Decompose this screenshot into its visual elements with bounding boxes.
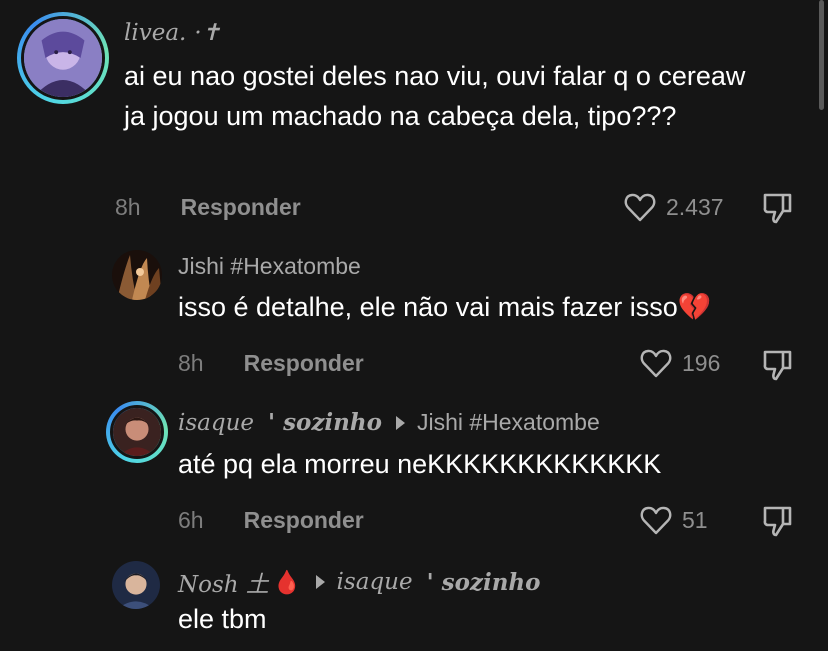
comment-4-username[interactable]: Nosh 土 🩸 isaque ' sozinho bbox=[178, 565, 541, 599]
comment-2-like-count: 196 bbox=[682, 349, 721, 376]
comment-1-like-button[interactable]: 2.437 bbox=[624, 192, 724, 222]
username-text: Nosh 土 bbox=[178, 572, 269, 598]
comment-2-username[interactable]: Jishi #Hexatombe bbox=[178, 253, 361, 280]
heart-icon bbox=[640, 349, 672, 378]
reply-to-user-b[interactable]: ' sozinho bbox=[427, 569, 541, 596]
comment-3-like-button[interactable]: 51 bbox=[640, 505, 708, 535]
comment-1-time: 8h bbox=[115, 194, 141, 220]
username-suffix: ·✝ bbox=[194, 20, 221, 46]
comment-1-meta: 8h Responder bbox=[115, 194, 301, 221]
comment-3-username[interactable]: isaque ' sozinho Jishi #Hexatombe bbox=[178, 409, 600, 436]
reply-arrow-icon bbox=[395, 415, 405, 430]
avatar-image bbox=[113, 408, 161, 456]
dislike-icon[interactable] bbox=[762, 191, 794, 225]
avatar-nosh[interactable] bbox=[112, 561, 160, 609]
avatar-isaque[interactable] bbox=[106, 401, 168, 463]
username-emoji: 🩸 bbox=[272, 568, 302, 595]
comment-1-username[interactable]: livea. ·✝ bbox=[124, 20, 221, 46]
username-text: livea. bbox=[124, 20, 187, 46]
comment-2-text: isso é detalhe, ele não vai mais fazer i… bbox=[178, 292, 712, 322]
comment-3-time: 6h bbox=[178, 507, 204, 533]
avatar-image bbox=[112, 250, 162, 300]
reply-arrow-icon bbox=[315, 575, 325, 589]
comment-2: Jishi #Hexatombe isso é detalhe, ele não… bbox=[0, 240, 828, 395]
comment-2-reply-button[interactable]: Responder bbox=[244, 350, 364, 377]
comment-2-meta: 8h Responder bbox=[178, 350, 364, 377]
dislike-icon[interactable] bbox=[762, 504, 794, 538]
avatar-image bbox=[112, 561, 160, 609]
username-text: Jishi #Hexatombe bbox=[178, 253, 361, 279]
avatar-jishi[interactable] bbox=[112, 250, 162, 300]
comment-3-reply-button[interactable]: Responder bbox=[244, 507, 364, 534]
comment-3-meta: 6h Responder bbox=[178, 507, 364, 534]
avatar-image bbox=[24, 19, 102, 97]
username-text-b: ' sozinho bbox=[268, 409, 382, 436]
username-text-a: isaque bbox=[178, 409, 255, 436]
comment-3: isaque ' sozinho Jishi #Hexatombe até pq… bbox=[0, 395, 828, 555]
comment-2-like-button[interactable]: 196 bbox=[640, 348, 720, 378]
comment-4: Nosh 土 🩸 isaque ' sozinho ele tbm bbox=[0, 555, 828, 651]
comment-4-text: ele tbm bbox=[178, 604, 267, 634]
avatar-livea[interactable] bbox=[17, 12, 109, 104]
comment-3-text: até pq ela morreu neKKKKKKKKKKKKK bbox=[178, 449, 662, 479]
heart-icon bbox=[624, 193, 656, 222]
comment-1-like-count: 2.437 bbox=[666, 193, 724, 220]
reply-to-user-a[interactable]: isaque bbox=[337, 569, 413, 595]
comment-3-like-count: 51 bbox=[682, 506, 708, 533]
comment-1-text: ai eu nao gostei deles nao viu, ouvi fal… bbox=[124, 61, 746, 131]
comment-1-reply-button[interactable]: Responder bbox=[181, 194, 301, 221]
comment-2-time: 8h bbox=[178, 350, 204, 376]
reply-to-user[interactable]: Jishi #Hexatombe bbox=[417, 409, 600, 436]
heart-icon bbox=[640, 506, 672, 535]
dislike-icon[interactable] bbox=[762, 348, 794, 382]
comment-1: livea. ·✝ ai eu nao gostei deles nao viu… bbox=[0, 0, 828, 240]
